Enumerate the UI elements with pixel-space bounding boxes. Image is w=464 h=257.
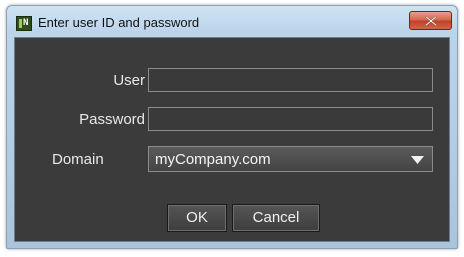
password-input[interactable] (148, 107, 433, 131)
user-input[interactable] (148, 68, 433, 92)
ok-button[interactable]: OK (167, 204, 227, 232)
cancel-button[interactable]: Cancel (232, 204, 320, 232)
domain-label: Domain (52, 151, 104, 168)
close-button[interactable] (409, 11, 452, 30)
title-bar[interactable]: N Enter user ID and password (7, 6, 457, 36)
domain-select-value: myCompany.com (155, 151, 271, 168)
chevron-down-icon (411, 156, 424, 164)
domain-select[interactable]: myCompany.com (148, 146, 433, 172)
login-dialog: N Enter user ID and password User Passwo… (6, 5, 458, 249)
dialog-title: Enter user ID and password (38, 15, 200, 30)
app-logo-icon: N (16, 16, 32, 31)
user-label: User (113, 72, 145, 89)
password-label: Password (79, 111, 145, 128)
dialog-body: User Password Domain myCompany.com OK Ca… (14, 37, 450, 242)
close-icon (425, 16, 437, 26)
